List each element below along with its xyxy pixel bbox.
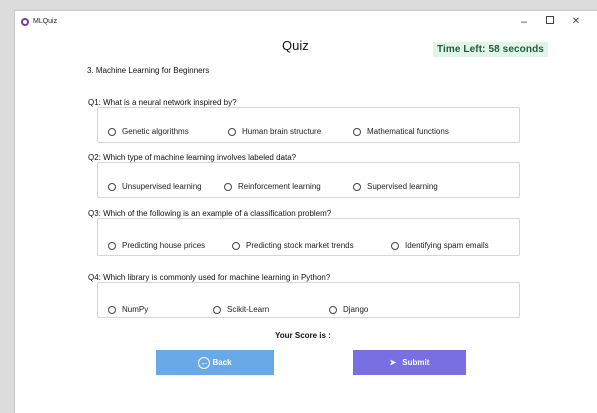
q1-option-1[interactable]: Genetic algorithms [108,127,189,136]
option-label: Mathematical functions [367,127,449,136]
back-button-label: Back [212,358,232,367]
back-button[interactable]: ← Back [156,350,274,375]
option-label: Predicting stock market trends [246,241,354,250]
radio-button-icon[interactable] [391,241,399,250]
score-label: Your Score is : [275,331,331,340]
question-text-4: Q4: Which library is commonly used for m… [88,273,335,282]
submit-button[interactable]: ➤ Submit [353,350,466,375]
q1-option-2[interactable]: Human brain structure [228,127,321,136]
option-label: Predicting house prices [122,241,206,250]
minimize-button[interactable]: – [511,16,537,28]
q3-option-1[interactable]: Predicting house prices [108,241,205,250]
send-icon: ➤ [389,358,397,367]
question-text-2: Q2: Which type of machine learning invol… [88,153,301,162]
option-label: Django [343,305,369,314]
radio-button-icon[interactable] [108,127,116,136]
close-button[interactable]: ✕ [563,16,589,27]
q3-option-3[interactable]: Identifying spam emails [391,241,489,250]
radio-button-icon[interactable] [329,305,337,314]
q4-option-3[interactable]: Django [329,305,368,314]
maximize-icon [546,16,554,24]
q2-option-2[interactable]: Reinforcement learning [224,182,321,191]
option-label: Supervised learning [367,182,438,191]
q2-option-1[interactable]: Unsupervised learning [108,182,202,191]
q3-option-2[interactable]: Predicting stock market trends [232,241,354,250]
page-title: Quiz [282,38,309,53]
q4-option-1[interactable]: NumPy [108,305,148,314]
app-logo-icon [21,17,29,26]
question-group-1: Q1: What is a neural network inspired by… [88,98,520,143]
q2-option-3[interactable]: Supervised learning [353,182,438,191]
question-group-4: Q4: Which library is commonly used for m… [88,273,520,318]
radio-button-icon[interactable] [108,305,116,314]
q4-option-2[interactable]: Scikit-Learn [213,305,269,314]
quiz-name: 3. Machine Learning for Beginners [87,66,210,75]
submit-button-label: Submit [402,358,430,367]
title-bar[interactable]: MLQuiz – ✕ [15,11,597,32]
option-label: Genetic algorithms [122,127,189,136]
option-label: Human brain structure [242,127,322,136]
radio-button-icon[interactable] [353,182,361,191]
radio-button-icon[interactable] [224,182,232,191]
option-label: Unsupervised learning [122,182,202,191]
question-group-3: Q3: Which of the following is an example… [88,209,520,256]
maximize-button[interactable] [537,16,563,27]
radio-button-icon[interactable] [228,127,236,136]
radio-button-icon[interactable] [108,241,116,250]
question-text-1: Q1: What is a neural network inspired by… [88,98,241,107]
radio-button-icon[interactable] [108,182,116,191]
option-label: NumPy [122,305,149,314]
question-group-2: Q2: Which type of machine learning invol… [88,153,520,198]
window-controls: – ✕ [511,11,589,32]
timer-label: Time Left: 58 seconds [433,42,548,57]
radio-button-icon[interactable] [353,127,361,136]
back-arrow-icon: ← [198,356,211,369]
window-title: MLQuiz [33,18,58,25]
q1-option-3[interactable]: Mathematical functions [353,127,449,136]
option-label: Identifying spam emails [405,241,489,250]
option-label: Scikit-Learn [227,305,270,314]
option-label: Reinforcement learning [238,182,321,191]
radio-button-icon[interactable] [232,241,240,250]
radio-button-icon[interactable] [213,305,221,314]
question-text-3: Q3: Which of the following is an example… [88,209,336,218]
